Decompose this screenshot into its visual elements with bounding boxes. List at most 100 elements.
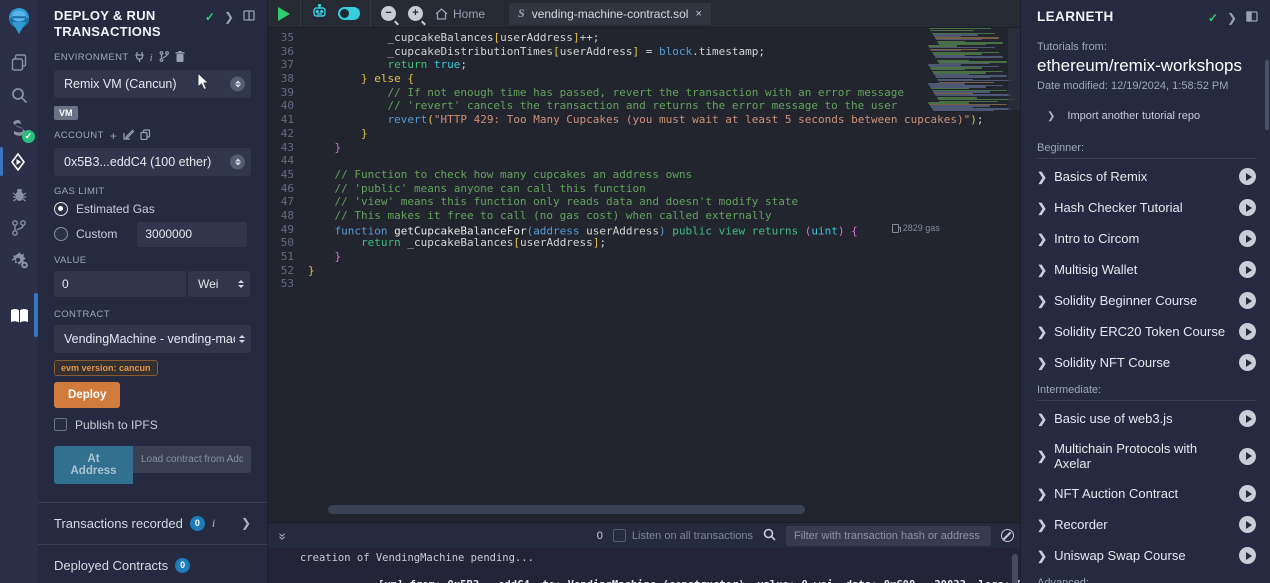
chevron-right-icon: ❯ (1037, 449, 1047, 463)
terminal-filter-input[interactable] (786, 526, 991, 546)
code-line: 47 // 'view' means this function only re… (268, 195, 1020, 209)
account-select[interactable]: 0x5B3...eddC4 (100 ether) (54, 148, 251, 176)
value-unit-select[interactable]: Wei (188, 271, 250, 297)
tutorial-item-label: Solidity Beginner Course (1054, 293, 1197, 308)
chevron-right-icon: ❯ (1037, 294, 1047, 308)
listen-checkbox[interactable] (613, 529, 626, 542)
zoom-out-icon[interactable]: − (381, 6, 396, 21)
play-tutorial-button[interactable] (1239, 292, 1256, 309)
code-editor[interactable]: 35 _cupcakeBalances[userAddress]++;36 _c… (268, 28, 1020, 522)
solidity-compiler-icon[interactable]: ✓ (0, 112, 38, 145)
deploy-run-panel: DEPLOY & RUN TRANSACTIONS ✓ ❯ ENVIRONMEN… (38, 0, 268, 583)
deployed-count-badge: 0 (175, 558, 190, 573)
tutorial-item[interactable]: ❯Multisig Wallet (1037, 254, 1256, 285)
debugger-icon[interactable] (0, 178, 38, 211)
file-explorer-icon[interactable] (0, 46, 38, 79)
play-tutorial-button[interactable] (1239, 485, 1256, 502)
clear-console-icon[interactable] (1001, 529, 1014, 542)
deploy-and-run-icon[interactable] (0, 145, 38, 178)
estimated-gas-radio[interactable]: Estimated Gas (54, 202, 251, 216)
tutorial-item[interactable]: ❯Solidity ERC20 Token Course (1037, 316, 1256, 347)
deploy-button[interactable]: Deploy (54, 382, 120, 408)
listen-all-transactions[interactable]: Listen on all transactions (613, 529, 753, 542)
info-icon[interactable]: i (212, 516, 215, 531)
editor-minimap[interactable] (924, 28, 1006, 114)
play-tutorial-button[interactable] (1239, 410, 1256, 427)
chevron-right-icon[interactable]: ❯ (241, 516, 251, 530)
close-tab-icon[interactable]: × (695, 8, 701, 20)
delete-environment-icon[interactable] (175, 51, 185, 65)
play-tutorial-button[interactable] (1239, 261, 1256, 278)
panel-expand-icon[interactable]: ❯ (1227, 11, 1237, 25)
ai-copilot-icon[interactable] (311, 4, 328, 24)
tutorial-item[interactable]: ❯Uniswap Swap Course (1037, 540, 1256, 571)
play-tutorial-button[interactable] (1239, 230, 1256, 247)
editor-hscrollbar[interactable] (328, 505, 870, 514)
play-tutorial-button[interactable] (1239, 448, 1256, 465)
add-account-icon[interactable]: + (110, 129, 117, 143)
play-tutorial-button[interactable] (1239, 199, 1256, 216)
tutorial-item[interactable]: ❯Basic use of web3.js (1037, 403, 1256, 434)
code-line: 53 (268, 277, 1020, 291)
tutorial-item[interactable]: ❯Recorder (1037, 509, 1256, 540)
import-tutorial-repo[interactable]: ❯ Import another tutorial repo (1037, 92, 1254, 136)
tutorial-item[interactable]: ❯Basics of Remix (1037, 161, 1256, 192)
play-tutorial-button[interactable] (1239, 354, 1256, 371)
at-address-button[interactable]: At Address (54, 446, 133, 484)
code-line: 38 } else { (268, 72, 1020, 86)
source-control-icon[interactable] (0, 211, 38, 244)
tutorial-item[interactable]: ❯NFT Auction Contract (1037, 478, 1256, 509)
home-tab[interactable]: Home (435, 7, 485, 21)
panel-expand-icon[interactable]: ❯ (224, 10, 234, 24)
copilot-toggle[interactable] (338, 7, 360, 20)
code-line: 49 function getCupcakeBalanceFor(address… (268, 223, 1020, 237)
custom-gas-input[interactable] (137, 222, 247, 247)
terminal-search-icon[interactable] (763, 528, 776, 544)
tutorial-item[interactable]: ❯Intro to Circom (1037, 223, 1256, 254)
transactions-recorded-row[interactable]: Transactions recorded 0 i ❯ (38, 502, 267, 544)
tutorial-item[interactable]: ❯Multichain Protocols with Axelar (1037, 434, 1256, 478)
tutorial-item[interactable]: ❯Hash Checker Tutorial (1037, 192, 1256, 223)
tx-count-badge: 0 (190, 516, 205, 531)
info-icon[interactable]: i (150, 52, 153, 64)
learneth-scrollbar[interactable] (1265, 60, 1269, 130)
remix-logo-icon[interactable] (0, 0, 38, 42)
at-address-input[interactable] (133, 446, 251, 473)
terminal-scrollbar[interactable] (1012, 554, 1018, 583)
run-script-button[interactable] (278, 7, 290, 21)
panel-check-icon: ✓ (1208, 11, 1218, 25)
terminal-expand-icon[interactable]: » (276, 529, 291, 543)
copy-account-icon[interactable] (140, 129, 151, 143)
play-tutorial-button[interactable] (1239, 323, 1256, 340)
value-input[interactable] (54, 271, 186, 297)
learneth-plugin-icon[interactable] (0, 299, 38, 332)
publish-ipfs-checkbox[interactable] (54, 418, 67, 431)
panel-pin-icon[interactable] (243, 10, 255, 24)
play-tutorial-button[interactable] (1239, 547, 1256, 564)
code-line: 51 } (268, 250, 1020, 264)
custom-gas-radio[interactable]: Custom (54, 222, 251, 247)
fork-icon[interactable] (159, 51, 169, 65)
publish-ipfs-row[interactable]: Publish to IPFS (54, 418, 251, 432)
environment-select[interactable]: Remix VM (Cancun) (54, 70, 251, 98)
deployed-contracts-row: Deployed Contracts 0 (38, 544, 267, 583)
terminal-output[interactable]: creation of VendingMachine pending... [v… (268, 548, 1020, 583)
edit-account-icon[interactable] (123, 129, 134, 143)
code-line: 48 // This makes it free to call (no gas… (268, 209, 1020, 223)
tutorial-item[interactable]: ❯Solidity NFT Course (1037, 347, 1256, 378)
date-modified: Date modified: 12/19/2024, 1:58:52 PM (1037, 80, 1254, 92)
tutorial-item[interactable]: ❯ Solidity Beginner Course (1037, 285, 1256, 316)
zoom-in-icon[interactable]: + (408, 6, 423, 21)
play-tutorial-button[interactable] (1239, 516, 1256, 533)
contract-select[interactable]: VendingMachine - vending-machin (54, 325, 251, 353)
settings-icon[interactable] (0, 244, 38, 277)
code-line: 42 } (268, 127, 1020, 141)
tutorial-item-label: Solidity NFT Course (1054, 355, 1170, 370)
play-tutorial-button[interactable] (1239, 168, 1256, 185)
panel-pin-icon[interactable] (1246, 11, 1258, 25)
search-icon[interactable] (0, 79, 38, 112)
plug-icon[interactable] (135, 51, 144, 65)
editor-vscrollbar[interactable] (1008, 28, 1020, 110)
chevron-right-icon: ❯ (1037, 201, 1047, 215)
tab-vending-machine-contract[interactable]: S vending-machine-contract.sol × (509, 3, 711, 25)
